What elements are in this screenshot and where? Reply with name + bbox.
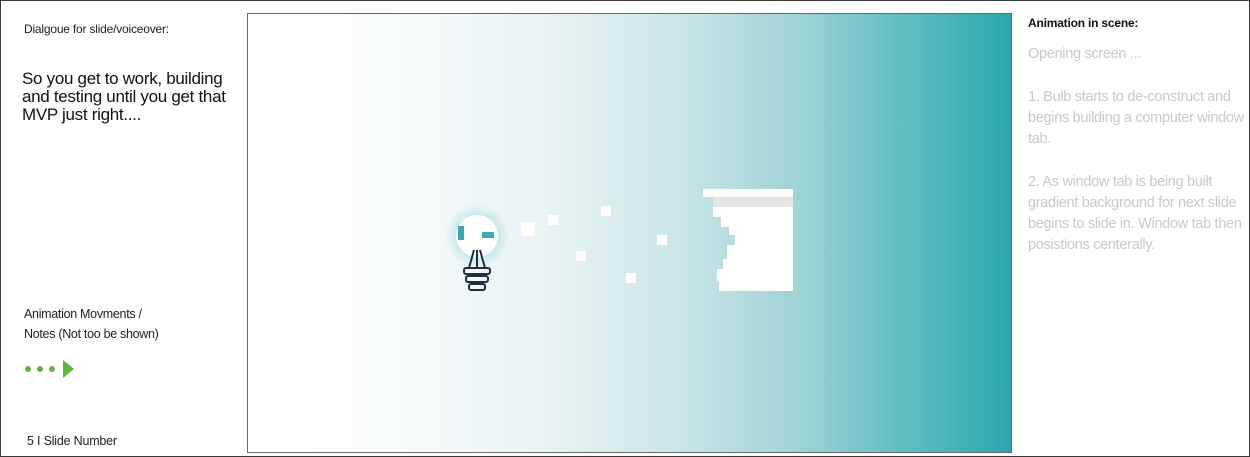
pixel-fragment [626,273,636,283]
play-dots-icon[interactable] [25,360,74,378]
window-tab-icon [703,189,793,291]
pixel-fragment [521,222,535,236]
notes-line-1: Animation Movments / [24,307,142,321]
dialogue-heading: Dialgoue for slide/voiceover: [24,22,169,36]
pixel-fragment [576,251,586,261]
slide-number: 5 I Slide Number [27,434,117,448]
pixel-fragment [601,206,611,216]
pixel-fragment [657,235,667,245]
animation-note-step-1: 1. Bulb starts to de-construct and begin… [1028,89,1244,147]
play-arrow-icon [63,360,74,378]
animation-heading: Animation in scene: [1028,16,1139,30]
right-panel: Animation in scene: Opening screen ... 1… [1027,0,1249,457]
animation-notes-label: Animation Movments / Notes (Not too be s… [24,304,224,344]
dialogue-text: So you get to work, building and testing… [22,69,226,124]
pixel-fragment [548,215,558,225]
dot-1 [25,366,31,372]
left-panel: Dialgoue for slide/voiceover: So you get… [0,0,240,457]
animation-note-step-2: 2. As window tab is being built gradient… [1028,174,1242,253]
dot-3 [49,366,55,372]
animation-note-opening: Opening screen ... [1028,46,1142,62]
notes-line-2: Notes (Not too be shown) [24,327,159,341]
slide-preview [247,13,1012,453]
lightbulb-icon [444,203,510,291]
dot-2 [37,366,43,372]
